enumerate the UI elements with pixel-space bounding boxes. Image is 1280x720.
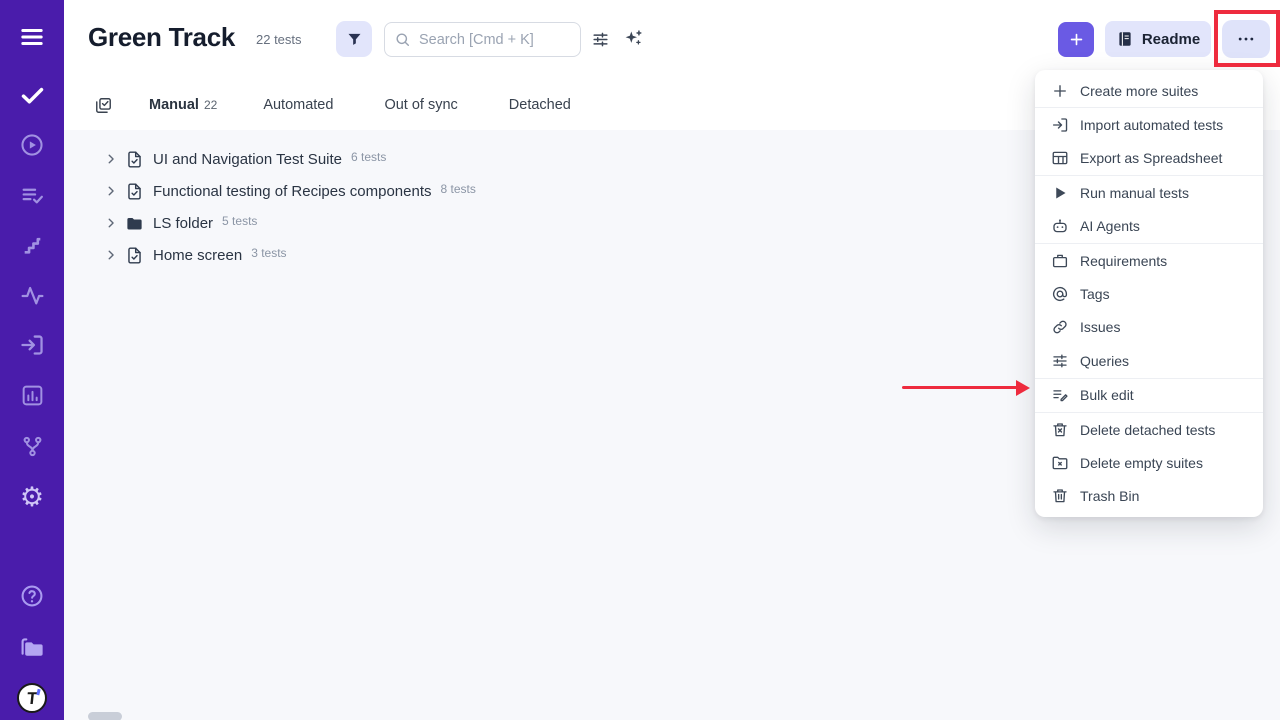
suite-name: Home screen	[153, 247, 242, 264]
suite-name: LS folder	[153, 215, 213, 232]
at-sign-icon	[1051, 285, 1069, 303]
tab-count: 22	[204, 98, 217, 112]
plus-icon	[1051, 82, 1069, 100]
filter-button[interactable]	[336, 21, 372, 57]
menu-item-delete-empty-suites[interactable]: Delete empty suites	[1035, 446, 1263, 479]
branch-icon[interactable]	[12, 426, 52, 466]
menu-item-bulk-edit[interactable]: Bulk edit	[1035, 379, 1263, 412]
ai-sparkles-icon[interactable]	[623, 28, 644, 52]
help-icon[interactable]	[12, 576, 52, 616]
menu-item-trash-bin[interactable]: Trash Bin	[1035, 480, 1263, 513]
add-suite-button[interactable]	[1058, 22, 1094, 57]
hamburger-menu-icon[interactable]	[12, 17, 52, 57]
search-box	[384, 22, 581, 57]
tab-detached[interactable]: Detached	[509, 97, 576, 113]
file-check-icon	[125, 150, 144, 169]
menu-item-queries[interactable]: Queries	[1035, 344, 1263, 377]
suite-name: UI and Navigation Test Suite	[153, 151, 342, 168]
robot-icon	[1051, 217, 1069, 235]
menu-item-import-automated-tests[interactable]: Import automated tests	[1035, 108, 1263, 141]
chevron-right-icon[interactable]	[104, 216, 118, 230]
tabs-row: Manual22 Automated Out of sync Detached	[94, 92, 622, 118]
filter-funnel-icon	[346, 31, 363, 48]
suite-name: Functional testing of Recipes components	[153, 183, 432, 200]
briefcase-icon	[1051, 252, 1069, 270]
select-all-icon[interactable]	[94, 96, 113, 115]
settings-gear-icon[interactable]: ⚙	[12, 477, 52, 517]
gear-glyph: ⚙	[20, 484, 44, 511]
file-check-icon	[125, 182, 144, 201]
search-icon	[394, 31, 411, 48]
readme-label: Readme	[1142, 31, 1200, 48]
menu-item-create-more-suites[interactable]: Create more suites	[1035, 74, 1263, 107]
logo-circle: T	[17, 683, 47, 713]
bulk-edit-icon	[1051, 386, 1069, 404]
book-icon	[1116, 30, 1134, 48]
suite-count: 8 tests	[441, 182, 476, 196]
view-settings-sliders-icon[interactable]	[591, 30, 610, 52]
folder-x-icon	[1051, 454, 1069, 472]
tab-out-of-sync[interactable]: Out of sync	[384, 97, 462, 113]
file-check-icon	[125, 246, 144, 265]
menu-item-ai-agents[interactable]: AI Agents	[1035, 210, 1263, 243]
ellipsis-icon	[1236, 29, 1256, 49]
analytics-chart-icon[interactable]	[12, 375, 52, 415]
menu-item-delete-detached-tests[interactable]: Delete detached tests	[1035, 413, 1263, 446]
menu-item-run-manual-tests[interactable]: Run manual tests	[1035, 176, 1263, 209]
import-box-icon[interactable]	[12, 325, 52, 365]
trash-x-icon	[1051, 421, 1069, 439]
chevron-right-icon[interactable]	[104, 248, 118, 262]
play-icon	[1051, 184, 1069, 202]
main-area: Green Track 22 tests	[64, 0, 1280, 720]
milestones-steps-icon[interactable]	[12, 225, 52, 265]
test-plans-icon[interactable]	[12, 175, 52, 215]
plus-icon	[1068, 31, 1085, 48]
tab-automated[interactable]: Automated	[263, 97, 338, 113]
menu-item-tags[interactable]: Tags	[1035, 277, 1263, 310]
folder-icon	[125, 214, 144, 233]
sliders-icon	[1051, 352, 1069, 370]
suite-count: 3 tests	[251, 246, 286, 260]
runs-play-icon[interactable]	[12, 125, 52, 165]
tests-check-icon[interactable]	[12, 75, 52, 115]
app-root: ⚙ T Green Track 22 tests	[0, 0, 1280, 720]
sidebar: ⚙ T	[0, 0, 64, 720]
suite-count: 5 tests	[222, 214, 257, 228]
spreadsheet-icon	[1051, 149, 1069, 167]
more-actions-menu: Create more suites Import automated test…	[1035, 70, 1263, 517]
more-actions-button[interactable]	[1222, 20, 1270, 58]
menu-item-export-as-spreadsheet[interactable]: Export as Spreadsheet	[1035, 142, 1263, 175]
search-input[interactable]	[384, 22, 581, 57]
page-title: Green Track	[88, 22, 235, 53]
readme-button[interactable]: Readme	[1105, 21, 1211, 57]
link-icon	[1051, 318, 1069, 336]
suite-count: 6 tests	[351, 150, 386, 164]
menu-item-requirements[interactable]: Requirements	[1035, 244, 1263, 277]
horizontal-scrollbar-thumb[interactable]	[88, 712, 122, 720]
app-logo[interactable]: T	[12, 678, 52, 718]
projects-folders-icon[interactable]	[12, 627, 52, 667]
trash-icon	[1051, 487, 1069, 505]
chevron-right-icon[interactable]	[104, 184, 118, 198]
chevron-right-icon[interactable]	[104, 152, 118, 166]
menu-item-issues[interactable]: Issues	[1035, 311, 1263, 344]
tests-count: 22 tests	[256, 32, 302, 47]
import-icon	[1051, 116, 1069, 134]
tab-manual[interactable]: Manual22	[149, 97, 217, 113]
pulse-activity-icon[interactable]	[12, 275, 52, 315]
